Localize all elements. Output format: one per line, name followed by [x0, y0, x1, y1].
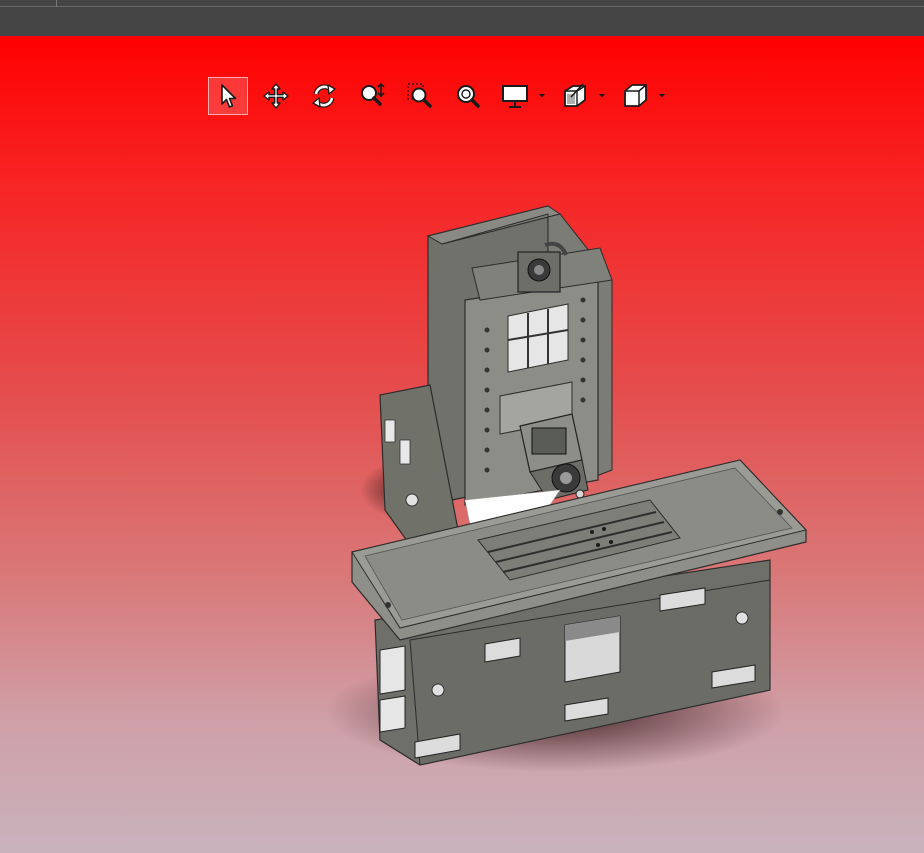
chevron-down-icon[interactable]: [658, 93, 666, 99]
zoom-icon: [361, 82, 385, 106]
chevron-down-icon[interactable]: [598, 93, 606, 99]
pan-move-icon: [263, 83, 289, 109]
zoom-window-button[interactable]: [400, 77, 440, 115]
section-view-button[interactable]: [556, 77, 608, 115]
rotate-icon: [312, 84, 336, 108]
zoom-fit-button[interactable]: [448, 77, 488, 115]
tab-divider-line: [0, 6, 924, 7]
tab-separator: [56, 0, 57, 7]
3d-viewport[interactable]: [0, 36, 924, 853]
select-button[interactable]: [208, 77, 248, 115]
cnc-machine-model[interactable]: [0, 36, 924, 853]
chevron-down-icon[interactable]: [538, 93, 546, 99]
zoom-window-icon: [407, 83, 432, 108]
pan-button[interactable]: [256, 77, 296, 115]
window-top-strip: [0, 0, 924, 36]
view-toolbar: [208, 76, 676, 116]
display-mode-button[interactable]: [496, 77, 548, 115]
standard-views-button[interactable]: [616, 77, 668, 115]
zoom-fit-icon: [457, 85, 480, 108]
view-cube-icon: [624, 84, 647, 107]
zoom-button[interactable]: [352, 77, 392, 115]
select-arrow-icon: [221, 84, 237, 108]
rotate-button[interactable]: [304, 77, 344, 115]
monitor-icon: [502, 85, 528, 108]
section-cube-icon: [564, 83, 586, 107]
